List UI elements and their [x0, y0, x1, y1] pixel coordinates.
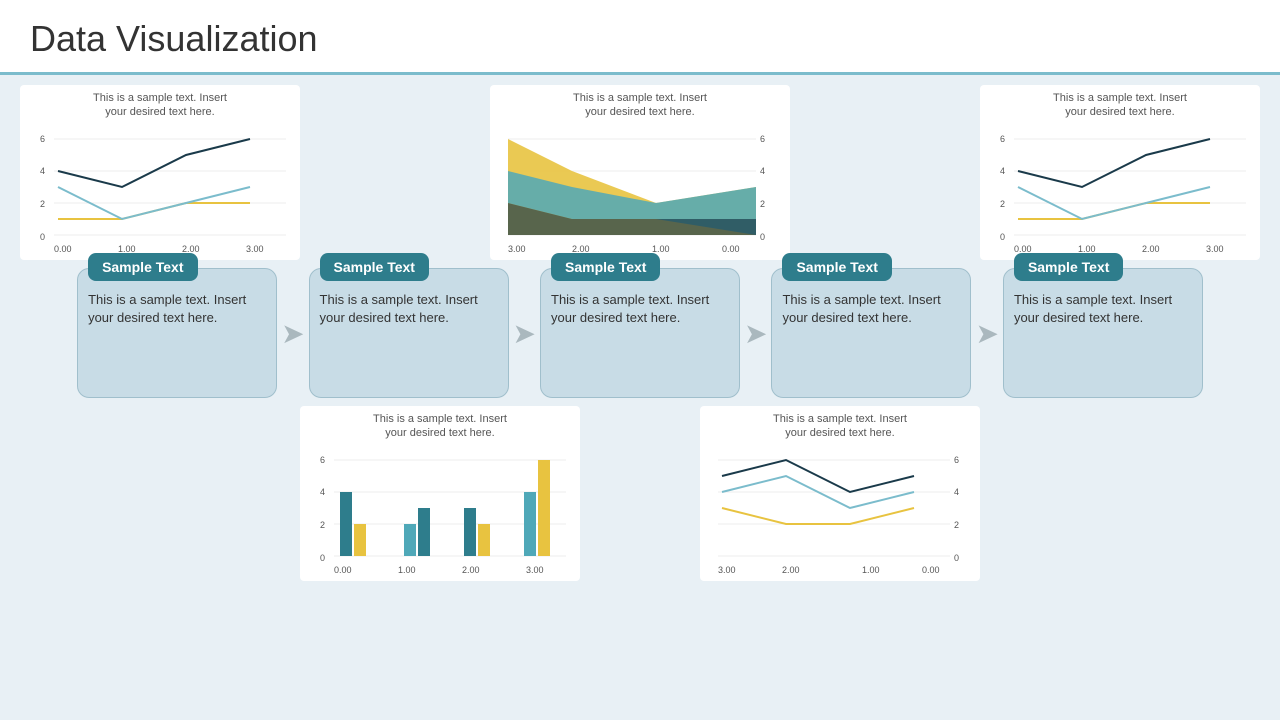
svg-text:3.00: 3.00: [508, 244, 526, 254]
svg-text:0: 0: [320, 553, 325, 563]
process-box-wrap-2: Sample Text This is a sample text. Inser…: [309, 268, 509, 398]
process-box-wrap-4: Sample Text This is a sample text. Inser…: [771, 268, 971, 398]
top-center-chart-title: This is a sample text. Insert your desir…: [498, 91, 782, 120]
svg-text:3.00: 3.00: [1206, 244, 1224, 254]
process-row: Sample Text This is a sample text. Inser…: [20, 268, 1260, 398]
svg-text:4: 4: [320, 487, 325, 497]
arrow-4: ➤: [975, 317, 998, 350]
svg-text:0: 0: [1000, 232, 1005, 242]
svg-text:6: 6: [40, 134, 45, 144]
svg-text:3.00: 3.00: [246, 244, 264, 254]
top-charts-row: This is a sample text. Insert your desir…: [20, 85, 1260, 260]
process-box-header-2: Sample Text: [320, 253, 429, 281]
svg-text:2: 2: [954, 520, 959, 530]
process-box-wrap-3: Sample Text This is a sample text. Inser…: [540, 268, 740, 398]
process-box-4: Sample Text This is a sample text. Inser…: [771, 268, 971, 398]
svg-text:6: 6: [1000, 134, 1005, 144]
svg-text:2.00: 2.00: [462, 565, 480, 575]
svg-text:0: 0: [40, 232, 45, 242]
svg-text:4: 4: [1000, 166, 1005, 176]
page: Data Visualization This is a sample text…: [0, 0, 1280, 720]
svg-text:0.00: 0.00: [54, 244, 72, 254]
bottom-right-chart: This is a sample text. Insert your desir…: [700, 406, 980, 581]
process-box-2: Sample Text This is a sample text. Inser…: [309, 268, 509, 398]
content: This is a sample text. Insert your desir…: [0, 75, 1280, 591]
svg-text:3.00: 3.00: [526, 565, 544, 575]
process-box-body-3: This is a sample text. Insert your desir…: [551, 291, 729, 327]
svg-text:6: 6: [320, 455, 325, 465]
header: Data Visualization: [0, 0, 1280, 75]
top-center-chart-svg: 6 4 2 0 3.00 2.00 1.00 0.00: [498, 122, 778, 267]
process-box-header-4: Sample Text: [782, 253, 891, 281]
svg-text:2: 2: [760, 199, 765, 209]
top-left-chart-svg: 6 4 2 0 0.00 1.00 2.00 3.00: [28, 122, 292, 267]
svg-text:4: 4: [954, 487, 959, 497]
top-left-chart: This is a sample text. Insert your desir…: [20, 85, 300, 260]
bottom-left-chart-svg: 6 4 2 0: [308, 443, 572, 588]
process-box-5: Sample Text This is a sample text. Inser…: [1003, 268, 1203, 398]
process-box-1: Sample Text This is a sample text. Inser…: [77, 268, 277, 398]
top-right-chart-title: This is a sample text. Insert your desir…: [988, 91, 1252, 120]
svg-text:6: 6: [760, 134, 765, 144]
svg-text:0.00: 0.00: [722, 244, 740, 254]
bottom-right-chart-title: This is a sample text. Insert your desir…: [708, 412, 972, 441]
process-box-header-3: Sample Text: [551, 253, 660, 281]
svg-text:1.00: 1.00: [862, 565, 880, 575]
top-left-chart-title: This is a sample text. Insert your desir…: [28, 91, 292, 120]
svg-text:4: 4: [760, 166, 765, 176]
svg-text:2: 2: [320, 520, 325, 530]
process-box-wrap-5: Sample Text This is a sample text. Inser…: [1003, 268, 1203, 398]
arrow-2: ➤: [513, 317, 536, 350]
svg-text:2.00: 2.00: [782, 565, 800, 575]
bottom-right-chart-svg: 6 4 2 0 3.00 2.00 1.00 0.00: [708, 443, 972, 588]
process-box-header-5: Sample Text: [1014, 253, 1123, 281]
page-title: Data Visualization: [30, 18, 1250, 60]
svg-text:0: 0: [760, 232, 765, 242]
process-box-body-1: This is a sample text. Insert your desir…: [88, 291, 266, 327]
svg-text:2: 2: [40, 199, 45, 209]
svg-text:6: 6: [954, 455, 959, 465]
process-box-body-2: This is a sample text. Insert your desir…: [320, 291, 498, 327]
svg-text:0.00: 0.00: [922, 565, 940, 575]
process-box-body-4: This is a sample text. Insert your desir…: [782, 291, 960, 327]
top-center-chart: This is a sample text. Insert your desir…: [490, 85, 790, 260]
top-right-chart-svg: 6 4 2 0 0.00 1.00 2.00 3.00: [988, 122, 1252, 267]
process-box-header-1: Sample Text: [88, 253, 197, 281]
top-right-chart: This is a sample text. Insert your desir…: [980, 85, 1260, 260]
process-box-body-5: This is a sample text. Insert your desir…: [1014, 291, 1192, 327]
process-box-3: Sample Text This is a sample text. Inser…: [540, 268, 740, 398]
arrow-3: ➤: [744, 317, 767, 350]
svg-text:2: 2: [1000, 199, 1005, 209]
svg-text:1.00: 1.00: [398, 565, 416, 575]
svg-text:0: 0: [954, 553, 959, 563]
bottom-charts-row: This is a sample text. Insert your desir…: [20, 406, 1260, 581]
bottom-left-chart-title: This is a sample text. Insert your desir…: [308, 412, 572, 441]
svg-text:0.00: 0.00: [334, 565, 352, 575]
process-box-wrap-1: Sample Text This is a sample text. Inser…: [77, 268, 277, 398]
bottom-left-chart: This is a sample text. Insert your desir…: [300, 406, 580, 581]
arrow-1: ➤: [281, 317, 304, 350]
svg-text:2.00: 2.00: [1142, 244, 1160, 254]
svg-text:3.00: 3.00: [718, 565, 736, 575]
svg-text:4: 4: [40, 166, 45, 176]
svg-text:1.00: 1.00: [652, 244, 670, 254]
